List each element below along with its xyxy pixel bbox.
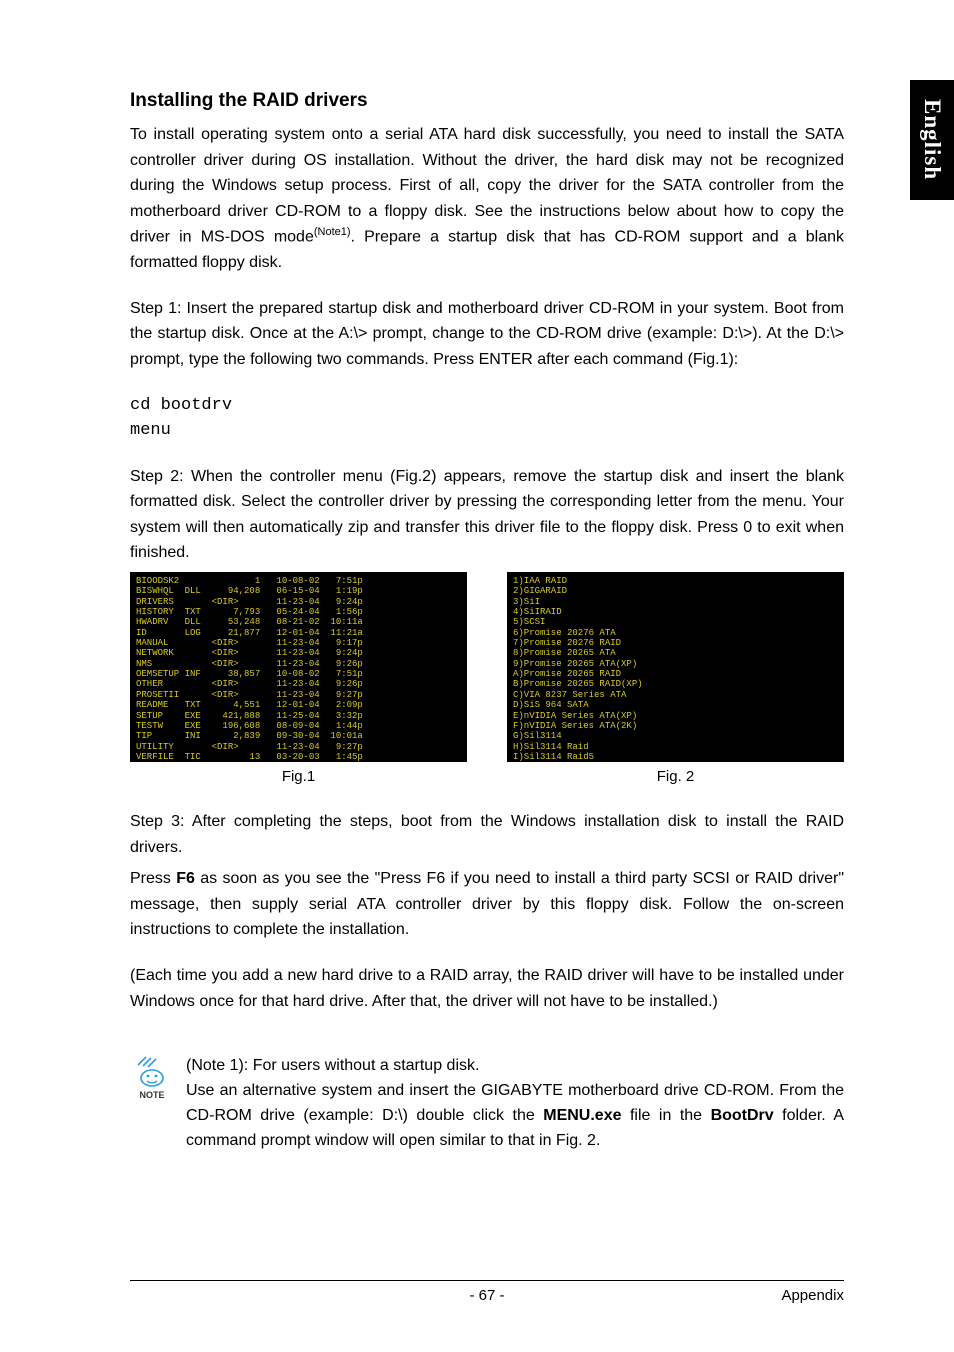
note-block: NOTE (Note 1): For users without a start…	[130, 1054, 844, 1153]
language-tab-label: English	[919, 99, 945, 180]
figures-row: BIOODSK2 1 10-08-02 7:51p BISWHQL DLL 94…	[130, 572, 844, 785]
step3b-paragraph: Press F6 as soon as you see the "Press F…	[130, 866, 844, 943]
figure-2: 1)IAA RAID 2)GIGARAID 3)SiI 4)SiIRAID 5)…	[507, 572, 844, 785]
figure-1: BIOODSK2 1 10-08-02 7:51p BISWHQL DLL 94…	[130, 572, 467, 785]
figure-2-caption: Fig. 2	[507, 768, 844, 785]
note-label: NOTE	[139, 1090, 164, 1100]
note-text: (Note 1): For users without a startup di…	[186, 1054, 844, 1153]
step3c-paragraph: (Each time you add a new hard drive to a…	[130, 963, 844, 1014]
page-footer: - 67 - Appendix	[130, 1280, 844, 1304]
footer-page-number: - 67 -	[130, 1287, 844, 1304]
note-icon: NOTE	[130, 1054, 174, 1100]
step2-paragraph: Step 2: When the controller menu (Fig.2)…	[130, 464, 844, 566]
language-tab: English	[910, 80, 954, 200]
step1-paragraph: Step 1: Insert the prepared startup disk…	[130, 296, 844, 373]
dos-screenshot-1: BIOODSK2 1 10-08-02 7:51p BISWHQL DLL 94…	[130, 572, 467, 762]
intro-paragraph: To install operating system onto a seria…	[130, 122, 844, 276]
command-block: cd bootdrv menu	[130, 393, 844, 444]
dos-screenshot-2: 1)IAA RAID 2)GIGARAID 3)SiI 4)SiIRAID 5)…	[507, 572, 844, 762]
figure-1-caption: Fig.1	[130, 768, 467, 785]
note-ref: (Note1)	[314, 226, 351, 238]
section-title: Installing the RAID drivers	[130, 90, 844, 112]
step3a-paragraph: Step 3: After completing the steps, boot…	[130, 809, 844, 860]
